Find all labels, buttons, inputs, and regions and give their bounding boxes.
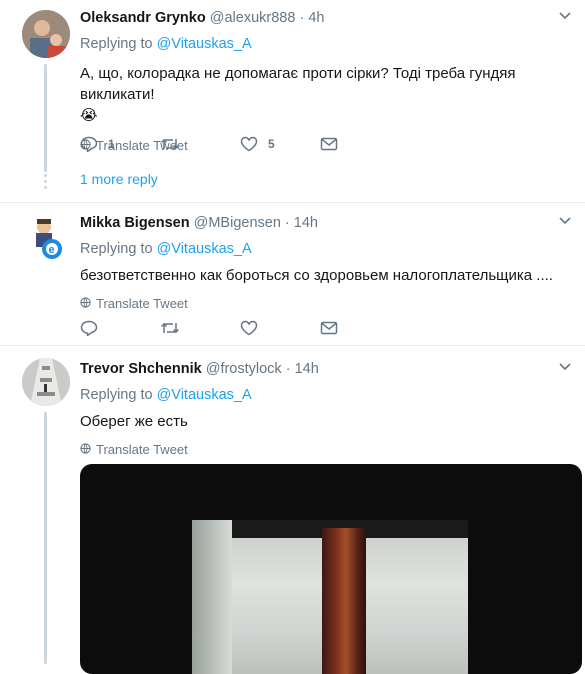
user-name[interactable]: Oleksandr Grynko [80, 10, 206, 26]
svg-text:e: e [49, 244, 55, 256]
tweet-time[interactable]: 14h [295, 361, 319, 377]
retweet-button[interactable] [160, 320, 240, 336]
reply-count: 1 [108, 137, 115, 151]
user-handle[interactable]: @MBigensen [194, 215, 281, 231]
separator-dot: · [284, 215, 290, 231]
like-count: 5 [268, 137, 275, 151]
chevron-down-icon[interactable] [559, 9, 571, 23]
tweet-header: Mikka Bigensen @MBigensen · 14h [80, 214, 571, 233]
heart-icon [240, 136, 258, 152]
globe-icon [80, 442, 91, 457]
more-replies-link[interactable]: 1 more reply [80, 171, 158, 187]
user-name[interactable]: Trevor Shchennik [80, 361, 202, 377]
reply-button[interactable] [80, 320, 160, 336]
separator-dot: · [299, 10, 305, 26]
tweet[interactable]: Oleksandr Grynko @alexukr888 · 4h Replyi… [0, 0, 585, 203]
video-frame [192, 520, 468, 674]
reply-icon [80, 320, 98, 336]
replying-to: Replying to @Vitauskas_A [80, 240, 571, 259]
heart-icon [240, 320, 258, 336]
avatar[interactable]: e [22, 213, 70, 261]
replying-to-label: Replying to [80, 36, 153, 52]
tweet-header: Oleksandr Grynko @alexukr888 · 4h [80, 9, 571, 28]
thread-dots [44, 174, 47, 192]
reply-button[interactable]: 1 [80, 136, 160, 152]
crying-emoji: 😭 [80, 107, 98, 124]
user-handle[interactable]: @frostylock [206, 361, 282, 377]
globe-icon [80, 296, 91, 311]
translate-label[interactable]: Translate Tweet [96, 296, 188, 311]
dm-button[interactable] [320, 321, 400, 335]
video-player[interactable] [80, 464, 582, 674]
reply-icon [80, 136, 98, 152]
tweet-time[interactable]: 4h [308, 10, 324, 26]
mention-link[interactable]: @Vitauskas_A [157, 241, 252, 257]
dm-button[interactable] [320, 137, 400, 151]
avatar[interactable] [22, 10, 70, 58]
tweet[interactable]: e Mikka Bigensen @MBigensen · 14h Replyi… [0, 203, 585, 346]
retweet-button[interactable] [160, 136, 240, 152]
user-name[interactable]: Mikka Bigensen [80, 215, 190, 231]
tweet-text: Оберег же есть [80, 413, 188, 430]
replying-to-label: Replying to [80, 387, 153, 403]
tweet-text-body: А, що, колорадка не допомагає проти сірк… [80, 65, 516, 103]
mention-link[interactable]: @Vitauskas_A [157, 36, 252, 52]
translate-tweet-link[interactable]: Translate Tweet [80, 442, 571, 457]
video-window-light [192, 520, 232, 674]
replying-to-label: Replying to [80, 241, 153, 257]
tweet-text: безответственно как бороться со здоровье… [80, 267, 553, 284]
retweet-icon [160, 136, 180, 152]
tweet-actions: 1 5 [80, 136, 400, 152]
translate-label[interactable]: Translate Tweet [96, 442, 188, 457]
tweet[interactable]: Trevor Shchennik @frostylock · 14h Reply… [0, 346, 585, 674]
mention-link[interactable]: @Vitauskas_A [157, 387, 252, 403]
avatar[interactable] [22, 358, 70, 406]
envelope-icon [320, 321, 338, 335]
video-curtain [322, 528, 366, 674]
replying-to: Replying to @Vitauskas_A [80, 386, 571, 405]
retweet-icon [160, 320, 180, 336]
like-button[interactable] [240, 320, 320, 336]
envelope-icon [320, 137, 338, 151]
chevron-down-icon[interactable] [559, 360, 571, 374]
separator-dot: · [285, 361, 291, 377]
tweet-actions [80, 320, 400, 336]
translate-tweet-link[interactable]: Translate Tweet [80, 296, 571, 311]
thread-line [44, 412, 47, 664]
chevron-down-icon[interactable] [559, 214, 571, 228]
thread-line [44, 64, 47, 172]
tweet-text: А, що, колорадка не допомагає проти сірк… [80, 63, 571, 126]
like-button[interactable]: 5 [240, 136, 320, 152]
replying-to: Replying to @Vitauskas_A [80, 35, 571, 54]
tweet-header: Trevor Shchennik @frostylock · 14h [80, 360, 571, 379]
user-handle[interactable]: @alexukr888 [210, 10, 296, 26]
tweet-time[interactable]: 14h [294, 215, 318, 231]
